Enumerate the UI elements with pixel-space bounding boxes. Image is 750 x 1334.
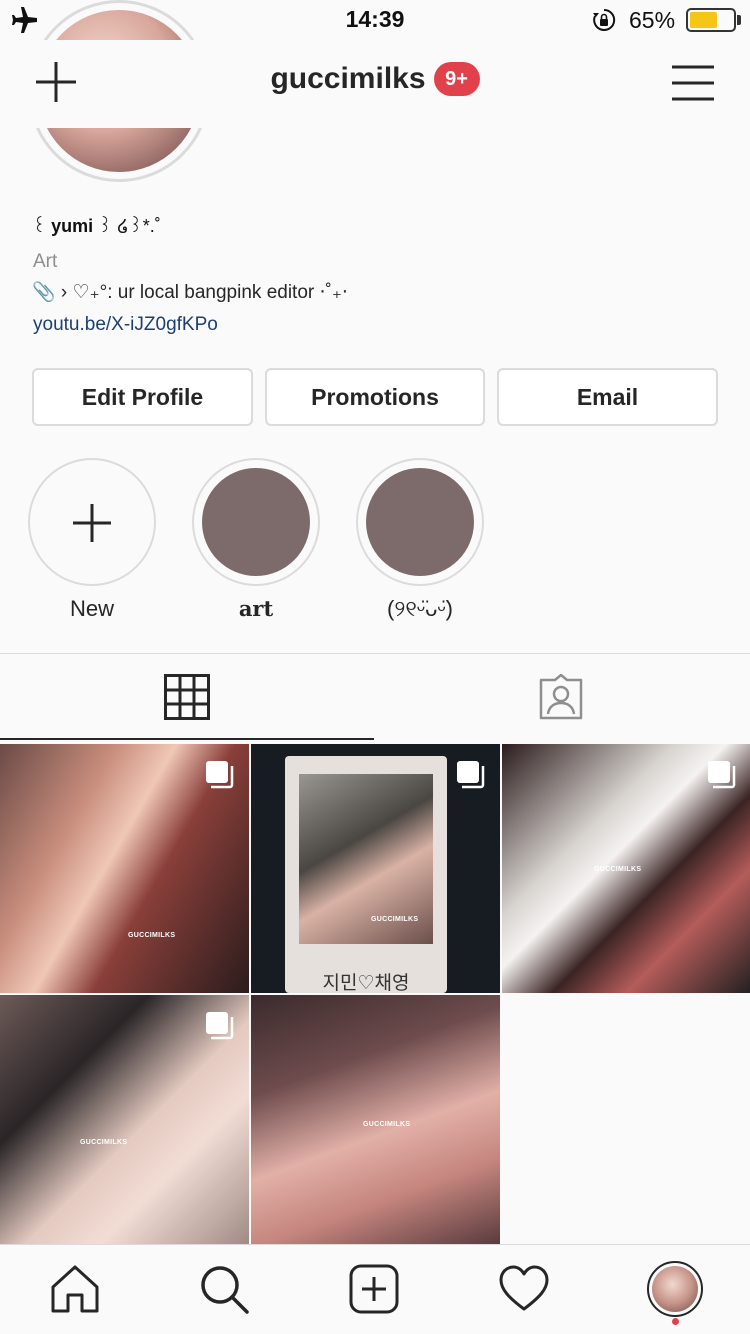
battery-percent: 65% bbox=[629, 7, 676, 33]
multiple-posts-icon bbox=[206, 1012, 234, 1040]
highlight-art[interactable]: 𝐚𝐫𝐭 bbox=[192, 458, 320, 621]
highlight-kaomoji[interactable]: (୨୧ᵕ̈ᴗᵕ̈) bbox=[356, 458, 484, 622]
battery-tip bbox=[737, 15, 741, 25]
bio-name: ꒰ yumi ꒱ ໒꒱*.˚ bbox=[32, 214, 161, 237]
search-icon[interactable] bbox=[198, 1263, 250, 1315]
tab-tagged[interactable] bbox=[374, 654, 748, 740]
username-title: guccimilks bbox=[270, 62, 426, 95]
bio-link[interactable]: youtu.be/X-iJZ0gfKPo bbox=[33, 314, 218, 336]
bottom-tab-bar bbox=[0, 1244, 750, 1334]
post-thumbnail[interactable]: GUCCIMILKS bbox=[0, 995, 249, 1244]
bio-category: Art bbox=[33, 251, 58, 272]
promotions-button[interactable]: Promotions bbox=[265, 368, 485, 426]
new-highlight-circle bbox=[28, 458, 156, 586]
profile-header: guccimilks 9+ bbox=[0, 40, 750, 128]
highlight-cover bbox=[202, 468, 310, 576]
grid-icon bbox=[164, 674, 210, 720]
profile-tab-photo bbox=[652, 1266, 698, 1312]
active-tab-indicator bbox=[0, 738, 374, 740]
notification-badge: 9+ bbox=[433, 62, 480, 96]
account-switcher[interactable]: guccimilks 9+ bbox=[0, 62, 750, 96]
highlight-label: (୨୧ᵕ̈ᴗᵕ̈) bbox=[387, 596, 453, 621]
post-thumbnail[interactable]: GUCCIMILKS bbox=[502, 744, 750, 993]
post-thumbnail[interactable]: GUCCIMILKS bbox=[251, 995, 500, 1244]
tagged-person-icon bbox=[539, 674, 583, 720]
bio-name-prefix: ꒰ bbox=[32, 216, 52, 236]
multiple-posts-icon bbox=[708, 761, 736, 789]
post-watermark: GUCCIMILKS bbox=[128, 932, 176, 939]
bio-name-suffix: ꒱ ໒꒱*.˚ bbox=[93, 216, 161, 236]
highlight-label: 𝐚𝐫𝐭 bbox=[238, 596, 274, 621]
multiple-posts-icon bbox=[457, 761, 485, 789]
multiple-posts-icon bbox=[206, 761, 234, 789]
email-button[interactable]: Email bbox=[497, 368, 718, 426]
post-watermark: GUCCIMILKS bbox=[363, 1121, 411, 1128]
profile-tab-avatar[interactable] bbox=[647, 1261, 703, 1317]
tab-grid[interactable] bbox=[0, 654, 374, 740]
post-thumbnail[interactable]: GUCCIMILKS bbox=[0, 744, 249, 993]
polaroid-photo: 지민♡채영 bbox=[285, 756, 447, 993]
post-watermark: GUCCIMILKS bbox=[371, 916, 419, 923]
activity-heart-icon[interactable] bbox=[498, 1263, 550, 1315]
battery-fill bbox=[690, 12, 717, 28]
battery-icon bbox=[686, 8, 736, 32]
post-watermark: GUCCIMILKS bbox=[80, 1139, 128, 1146]
notification-dot bbox=[672, 1318, 679, 1325]
home-icon[interactable] bbox=[49, 1263, 101, 1315]
orientation-lock-icon bbox=[593, 8, 616, 31]
edit-profile-button[interactable]: Edit Profile bbox=[32, 368, 253, 426]
polaroid-caption: 지민♡채영 bbox=[322, 973, 410, 993]
new-post-icon[interactable] bbox=[348, 1263, 400, 1315]
post-watermark: GUCCIMILKS bbox=[594, 866, 642, 873]
post-thumbnail[interactable]: 지민♡채영 GUCCIMILKS bbox=[251, 744, 500, 993]
plus-icon bbox=[73, 504, 111, 542]
highlight-label: New bbox=[69, 596, 114, 621]
highlight-cover bbox=[366, 468, 474, 576]
menu-icon[interactable] bbox=[672, 64, 714, 102]
highlight-circle bbox=[356, 458, 484, 586]
bio-name-text: yumi bbox=[51, 216, 94, 236]
bio-text: 📎 › ♡₊°: ur local bangpink editor ⋅˚₊‧ bbox=[32, 282, 348, 303]
highlight-circle bbox=[192, 458, 320, 586]
highlight-new[interactable]: New bbox=[28, 458, 156, 622]
